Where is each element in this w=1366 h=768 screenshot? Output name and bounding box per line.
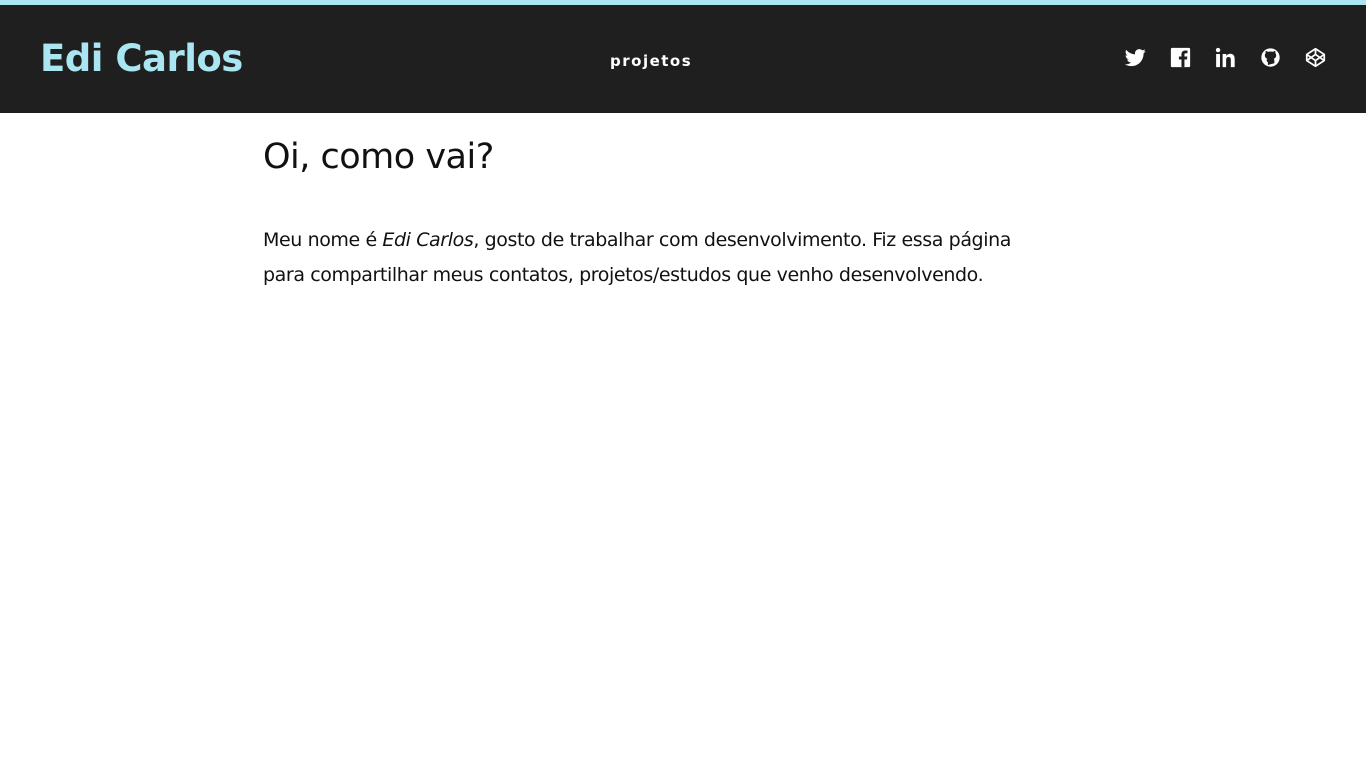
github-icon bbox=[1261, 48, 1280, 67]
intro-paragraph: Meu nome é Edi Carlos, gosto de trabalha… bbox=[263, 223, 1043, 293]
twitter-icon bbox=[1125, 49, 1146, 67]
facebook-link[interactable] bbox=[1170, 47, 1191, 68]
linkedin-icon bbox=[1215, 47, 1235, 68]
main-content: Oi, como vai? Meu nome é Edi Carlos, gos… bbox=[263, 135, 1043, 293]
twitter-link[interactable] bbox=[1125, 47, 1146, 68]
codepen-icon bbox=[1305, 47, 1326, 68]
intro-prefix: Meu nome é bbox=[263, 228, 383, 251]
codepen-link[interactable] bbox=[1305, 47, 1326, 68]
facebook-icon bbox=[1170, 47, 1191, 68]
site-brand-link[interactable]: Edi Carlos bbox=[40, 37, 243, 81]
linkedin-link[interactable] bbox=[1215, 47, 1236, 68]
github-link[interactable] bbox=[1260, 47, 1281, 68]
social-links bbox=[1125, 47, 1326, 68]
intro-name: Edi Carlos bbox=[382, 228, 474, 251]
page-title: Oi, como vai? bbox=[263, 137, 494, 177]
site-header: Edi Carlos projetos bbox=[0, 5, 1366, 113]
nav-link-projetos[interactable]: projetos bbox=[610, 52, 692, 70]
